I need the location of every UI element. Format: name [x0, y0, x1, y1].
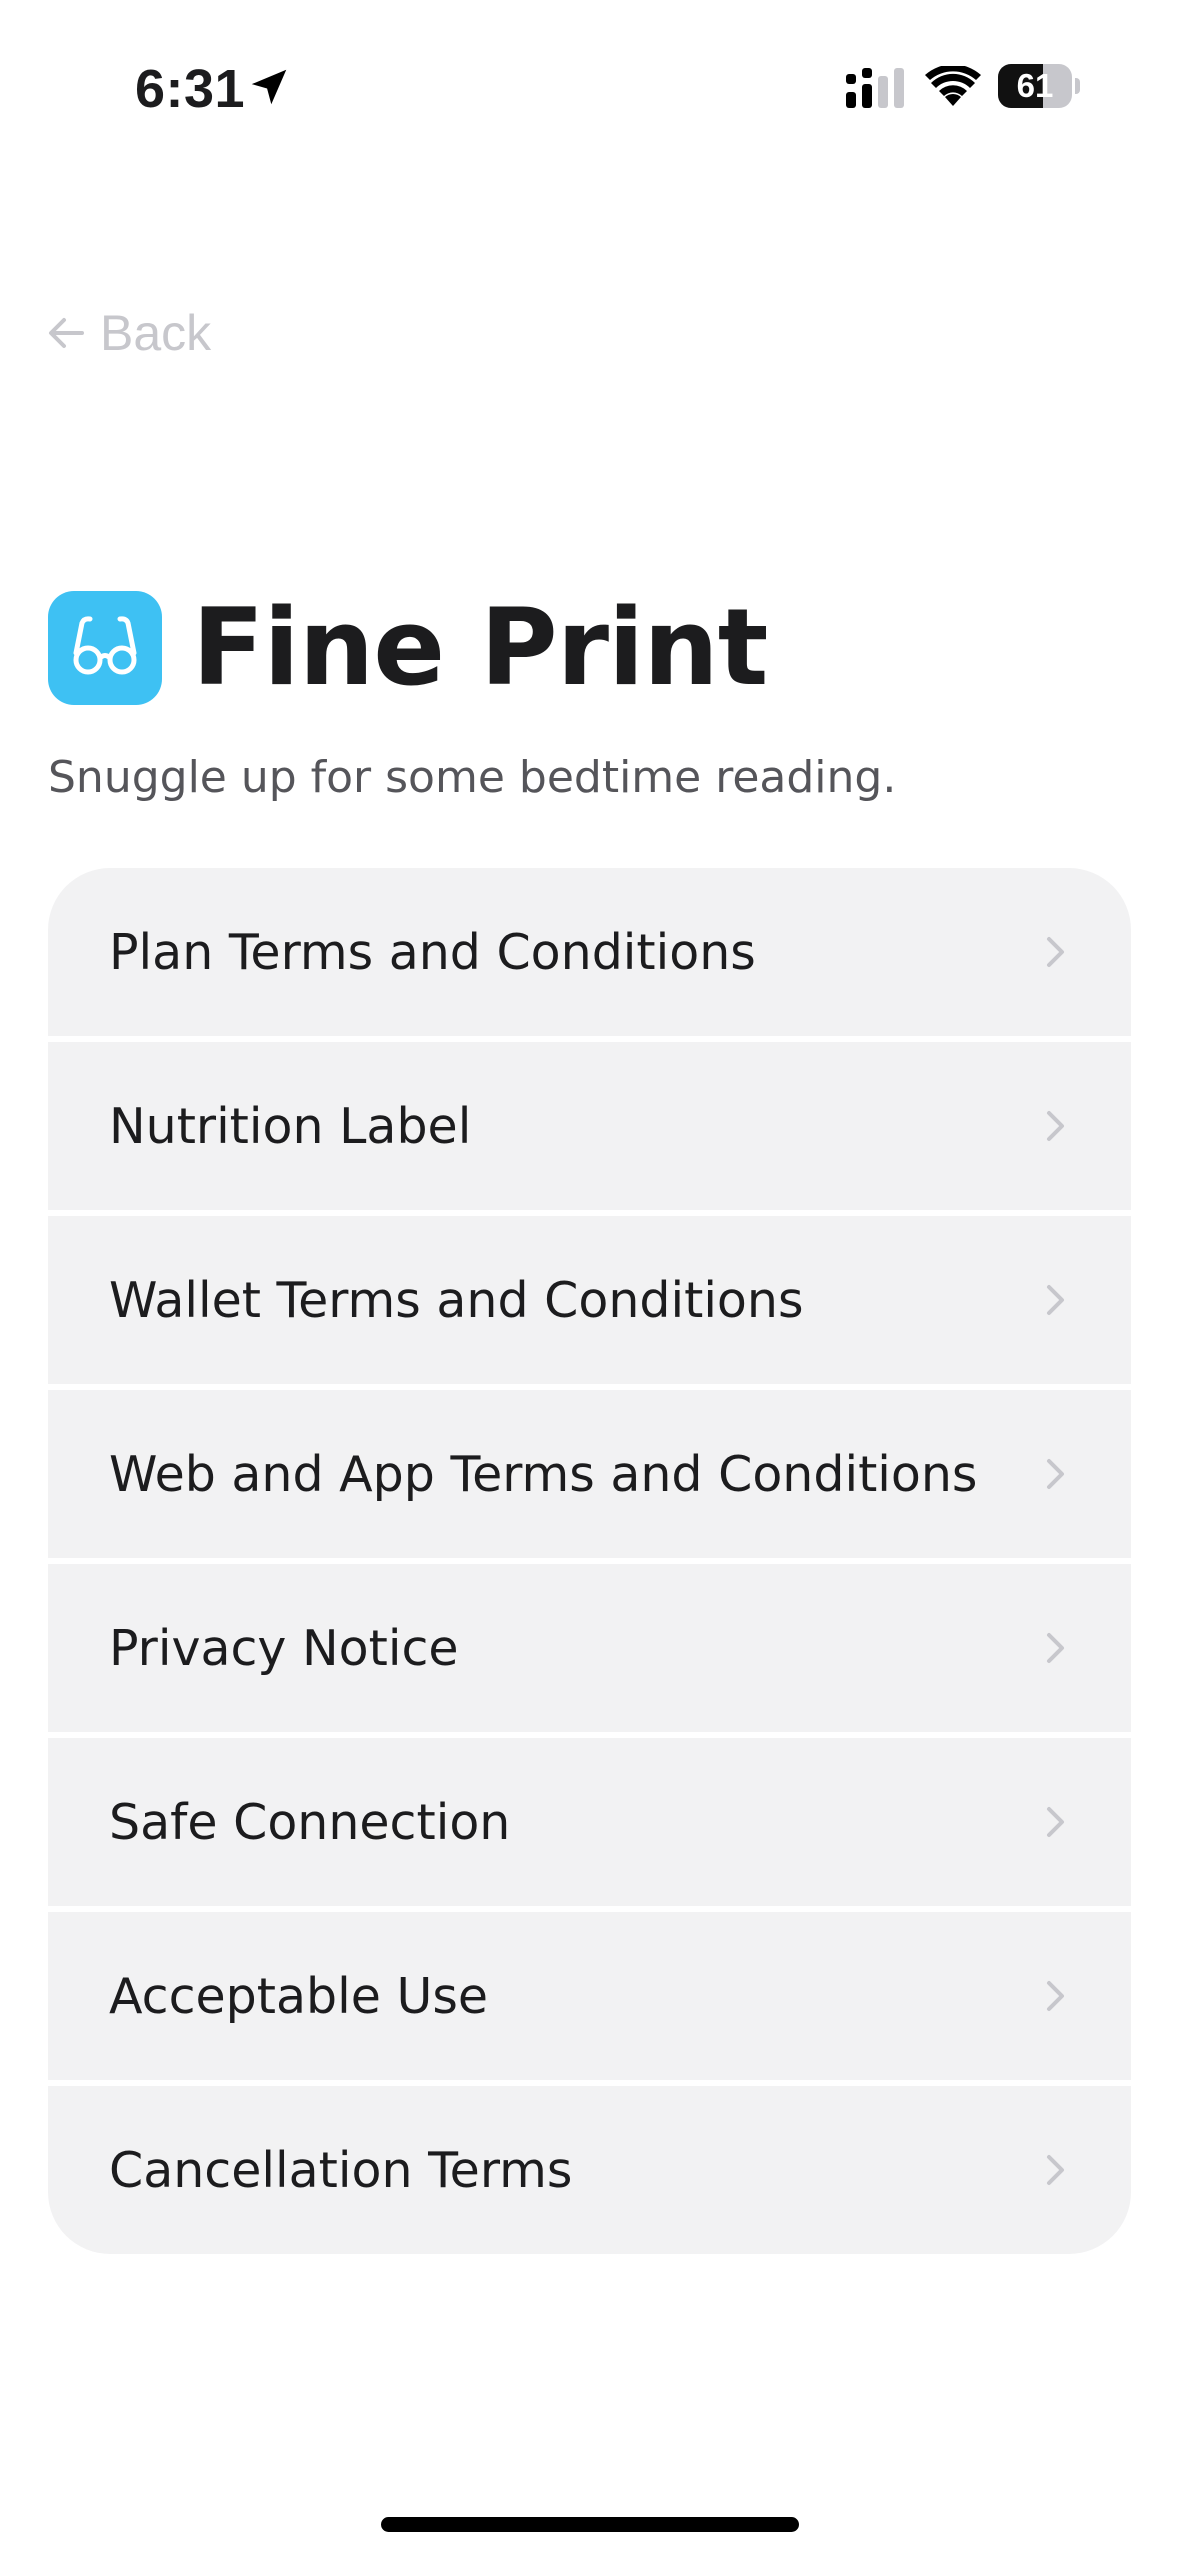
arrow-left-icon — [49, 318, 84, 348]
chevron-right-icon — [1047, 1459, 1064, 1489]
cellular-signal-icon — [846, 68, 904, 108]
page-subtitle: Snuggle up for some bedtime reading. — [48, 752, 897, 803]
chevron-right-icon — [1047, 1981, 1064, 2011]
chevron-right-icon — [1047, 1633, 1064, 1663]
list-item-web-app-terms[interactable]: Web and App Terms and Conditions — [48, 1390, 1131, 1558]
list-item-acceptable-use[interactable]: Acceptable Use — [48, 1912, 1131, 2080]
reading-glasses-icon — [73, 616, 137, 675]
chevron-right-icon — [1047, 2155, 1064, 2185]
home-indicator[interactable] — [381, 2517, 799, 2532]
list-item-label: Safe Connection — [109, 1793, 511, 1851]
back-button[interactable]: Back — [46, 298, 211, 368]
list-item-label: Privacy Notice — [109, 1619, 459, 1677]
location-arrow-icon — [251, 69, 287, 105]
status-bar: 6:31 61 — [0, 0, 1179, 150]
list-item-label: Wallet Terms and Conditions — [109, 1271, 804, 1329]
list-item-label: Nutrition Label — [109, 1097, 472, 1155]
fine-print-list: Plan Terms and Conditions Nutrition Labe… — [48, 868, 1131, 2254]
list-item-label: Cancellation Terms — [109, 2141, 573, 2199]
back-label: Back — [100, 305, 212, 361]
battery-icon: 61 — [998, 64, 1082, 108]
battery-cap — [1075, 78, 1080, 94]
battery-level: 61 — [1016, 67, 1054, 104]
app-icon — [48, 591, 162, 705]
chevron-right-icon — [1047, 1807, 1064, 1837]
chevron-right-icon — [1047, 1111, 1064, 1141]
chevron-right-icon — [1047, 937, 1064, 967]
list-item-label: Acceptable Use — [109, 1967, 489, 2025]
list-item-cancellation-terms[interactable]: Cancellation Terms — [48, 2086, 1131, 2254]
chevron-right-icon — [1047, 1285, 1064, 1315]
list-item-plan-terms[interactable]: Plan Terms and Conditions — [48, 868, 1131, 1036]
list-item-privacy-notice[interactable]: Privacy Notice — [48, 1564, 1131, 1732]
battery-body: 61 — [998, 64, 1072, 108]
status-time: 6:31 — [135, 59, 246, 119]
page-title: Fine Print — [192, 586, 768, 709]
list-item-label: Plan Terms and Conditions — [109, 923, 756, 981]
list-item-label: Web and App Terms and Conditions — [109, 1445, 978, 1503]
list-item-safe-connection[interactable]: Safe Connection — [48, 1738, 1131, 1906]
list-item-wallet-terms[interactable]: Wallet Terms and Conditions — [48, 1216, 1131, 1384]
wifi-icon — [925, 66, 981, 106]
list-item-nutrition-label[interactable]: Nutrition Label — [48, 1042, 1131, 1210]
